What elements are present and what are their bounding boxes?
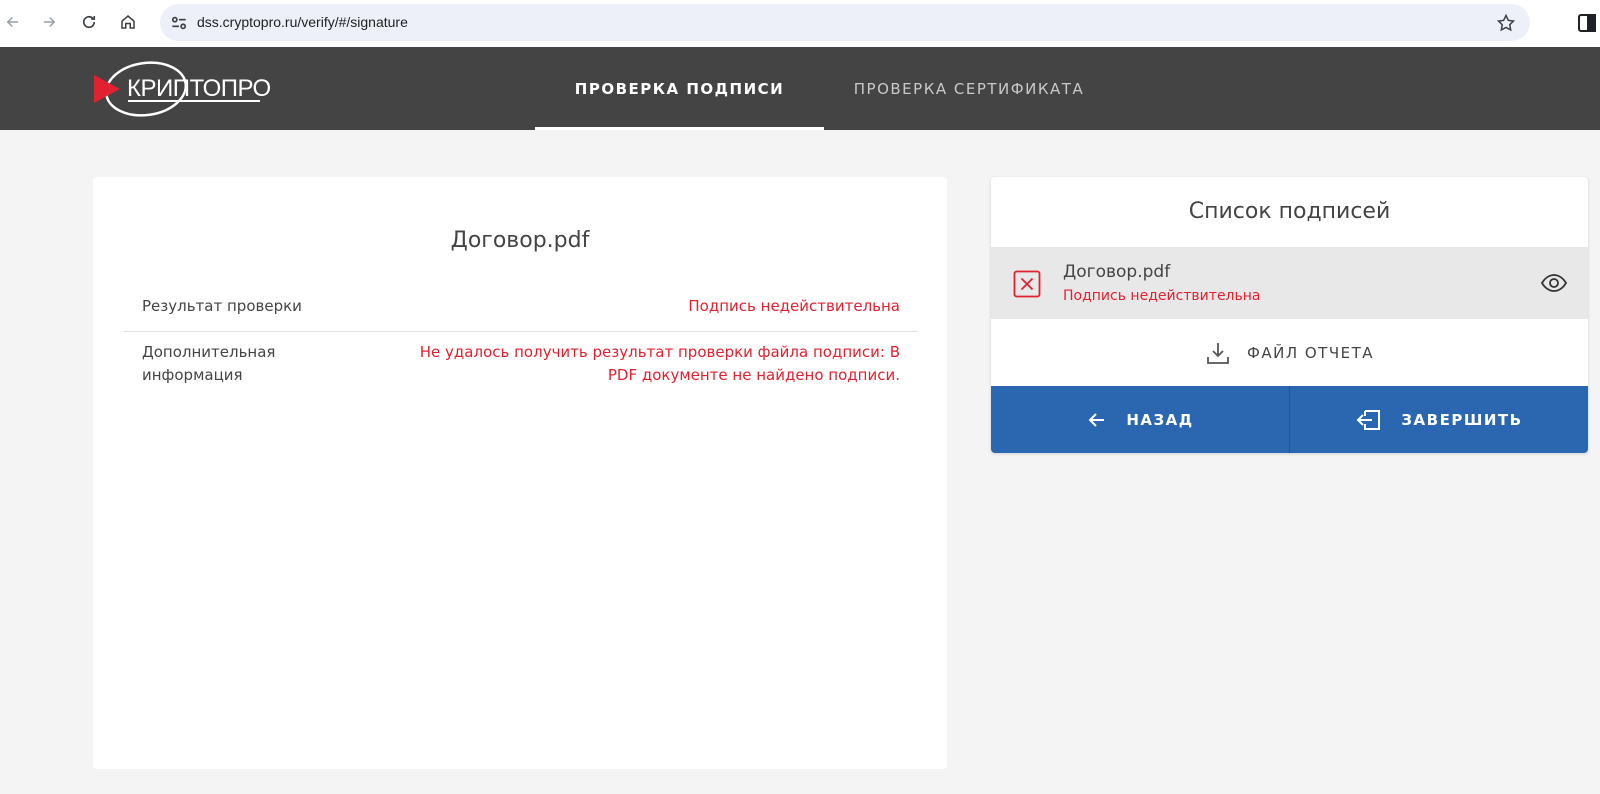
tab-certificate-check-label: ПРОВЕРКА СЕРТИФИКАТА xyxy=(853,79,1085,98)
site-settings-icon[interactable] xyxy=(169,13,189,33)
back-arrow-icon[interactable] xyxy=(0,9,26,35)
arrow-left-icon xyxy=(1088,412,1105,427)
logo-text: КРИПТОПРО xyxy=(127,75,271,102)
signature-file-name: Договор.pdf xyxy=(1063,262,1171,282)
result-value: Подпись недействительна xyxy=(688,297,900,315)
browser-toolbar: dss.cryptopro.ru/verify/#/signature xyxy=(0,0,1600,47)
result-label: Результат проверки xyxy=(142,297,302,315)
finish-button[interactable]: ЗАВЕРШИТЬ xyxy=(1290,386,1588,453)
additional-info-label: Дополнительная информация xyxy=(142,343,276,384)
app-header: КРИПТОПРО ПРОВЕРКА ПОДПИСИ ПРОВЕРКА СЕРТ… xyxy=(0,47,1600,130)
signature-list-title: Список подписей xyxy=(1188,199,1391,224)
forward-arrow-icon[interactable] xyxy=(36,9,62,35)
result-row: Результат проверки Подпись недействитель… xyxy=(124,295,918,332)
signature-status: Подпись недействительна xyxy=(1063,288,1261,304)
cryptopro-logo[interactable]: КРИПТОПРО xyxy=(94,59,274,119)
address-bar[interactable]: dss.cryptopro.ru/verify/#/signature xyxy=(160,4,1530,41)
signature-list-item[interactable]: Договор.pdf Подпись недействительна xyxy=(991,247,1588,319)
additional-info-value: Не удалось получить результат проверки ф… xyxy=(419,343,900,384)
home-icon[interactable] xyxy=(115,9,141,35)
url-text[interactable]: dss.cryptopro.ru/verify/#/signature xyxy=(197,14,408,30)
action-buttons: НАЗАД ЗАВЕРШИТЬ xyxy=(991,386,1588,453)
eye-icon[interactable] xyxy=(1540,271,1568,295)
back-button[interactable]: НАЗАД xyxy=(991,386,1290,453)
side-panel-icon[interactable] xyxy=(1578,13,1596,33)
bookmark-star-icon[interactable] xyxy=(1496,13,1516,33)
tab-signature-check-label: ПРОВЕРКА ПОДПИСИ xyxy=(574,79,785,98)
reload-icon[interactable] xyxy=(76,9,102,35)
additional-info-row: Дополнительная информация Не удалось пол… xyxy=(124,341,918,391)
document-title: Договор.pdf xyxy=(450,228,590,253)
tab-certificate-check[interactable]: ПРОВЕРКА СЕРТИФИКАТА xyxy=(836,47,1102,130)
report-file-button[interactable]: ФАЙЛ ОТЧЕТА xyxy=(991,319,1588,386)
verification-result-card: Договор.pdf Результат проверки Подпись н… xyxy=(93,177,947,769)
invalid-x-icon xyxy=(1013,270,1041,298)
back-button-label: НАЗАД xyxy=(1126,410,1194,429)
download-icon xyxy=(1207,342,1229,364)
signature-list-card: Список подписей Договор.pdf Подпись неде… xyxy=(991,177,1588,453)
report-file-label: ФАЙЛ ОТЧЕТА xyxy=(1246,343,1375,362)
tab-signature-check[interactable]: ПРОВЕРКА ПОДПИСИ xyxy=(535,47,824,130)
finish-button-label: ЗАВЕРШИТЬ xyxy=(1401,410,1523,429)
exit-icon xyxy=(1356,409,1381,430)
